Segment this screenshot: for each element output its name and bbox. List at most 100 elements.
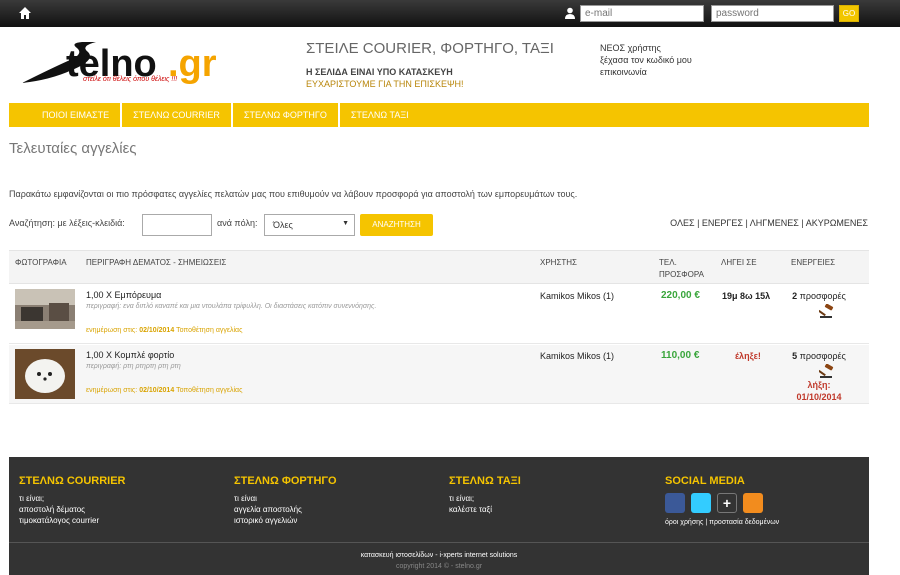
facebook-icon[interactable]: [665, 493, 685, 513]
listing-price: 220,00 €: [661, 290, 700, 301]
gavel-icon[interactable]: [819, 364, 835, 378]
city-select[interactable]: Όλες ▼: [264, 214, 355, 236]
twitter-icon[interactable]: [691, 493, 711, 513]
footer-link[interactable]: ιστορικό αγγελιών: [234, 515, 337, 526]
login-go-button[interactable]: GO: [839, 5, 859, 22]
col-user: ΧΡΗΣΤΗΣ: [540, 258, 578, 267]
table-row[interactable]: 1,00 Χ Κομπλέ φορτίο περιγραφή: ρτη ρτηρ…: [9, 345, 869, 404]
footer-courier-title[interactable]: ΣΤΕΛΝΩ COURRIER: [19, 475, 125, 487]
footer-truck-title[interactable]: ΣΤΕΛΝΩ ΦΟΡΤΗΓΟ: [234, 475, 337, 487]
place-ad-link[interactable]: Τοποθέτηση αγγελίας: [176, 327, 242, 334]
col-description: ΠΕΡΙΓΡΑΦΗ ΔΕΜΑΤΟΣ - ΣΗΜΕΙΩΣΕΙΣ: [86, 258, 227, 267]
footer-social: SOCIAL MEDIA: [665, 475, 745, 493]
offers-count: 2: [792, 291, 798, 301]
footer-social-title: SOCIAL MEDIA: [665, 475, 745, 487]
footer-truck: ΣΤΕΛΝΩ ΦΟΡΤΗΓΟ τι είναι αγγελία αποστολή…: [234, 475, 337, 526]
search-label: Αναζήτηση: με λέξεις-κλειδιά:: [9, 218, 125, 228]
password-field[interactable]: [711, 5, 834, 22]
home-icon[interactable]: [18, 6, 32, 20]
col-final-offer-l1: ΤΕΛ.: [659, 258, 677, 267]
filter-active[interactable]: ΕΝΕΡΓΕΣ: [702, 218, 743, 228]
nav-taxi[interactable]: ΣΤΕΛΝΩ ΤΑΞΙ: [340, 103, 420, 127]
footer-link[interactable]: τι είναι;: [19, 493, 125, 504]
offers-label: προσφορές: [799, 351, 846, 361]
footer-link[interactable]: τι είναι: [234, 493, 337, 504]
expiry-label: λήξη:: [807, 380, 831, 390]
logo-slogan: στείλε ότι θέλεις όπου θέλεις !!!: [83, 76, 178, 83]
nav-about[interactable]: ΠΟΙΟΙ ΕΙΜΑΣΤΕ: [9, 103, 123, 127]
account-links: ΝΕΟΣ χρήστης ξέχασα τον κωδικό μου επικο…: [600, 42, 692, 78]
listing-description: περιγραφή: ρτη ρτηρτη ρτη ρτη: [86, 363, 181, 370]
updated-label: ενημέρωση στις:: [86, 387, 138, 394]
filter-all[interactable]: ΟΛΕΣ: [670, 218, 694, 228]
footer-copyright: copyright 2014 © - stelno.gr: [395, 563, 483, 570]
footer-link[interactable]: τιμοκατάλογος courrier: [19, 515, 125, 526]
forgot-password-link[interactable]: ξέχασα τον κωδικό μου: [600, 54, 692, 66]
footer-taxi-title[interactable]: ΣΤΕΛΝΩ ΤΑΞΙ: [449, 475, 521, 487]
listing-description: περιγραφή: ενα διπλό καναπέ και μια ντου…: [86, 303, 377, 310]
footer-link[interactable]: αποστολή δέματος: [19, 504, 125, 515]
keyword-search-input[interactable]: [142, 214, 212, 236]
offers-label: προσφορές: [799, 291, 846, 301]
googleplus-icon[interactable]: +: [717, 493, 737, 513]
search-button[interactable]: ΑΝΑΖΗΤΗΣΗ: [360, 214, 433, 236]
listing-offers[interactable]: 2 προσφορές: [789, 291, 849, 301]
nav-truck[interactable]: ΣΤΕΛΝΩ ΦΟΡΤΗΓΟ: [233, 103, 340, 127]
table-header: ΦΩΤΟΓΡΑΦΙΑ ΠΕΡΙΓΡΑΦΗ ΔΕΜΑΤΟΣ - ΣΗΜΕΙΩΣΕΙ…: [9, 250, 869, 284]
contact-link[interactable]: επικοινωνία: [600, 66, 692, 78]
gavel-icon[interactable]: [819, 304, 835, 318]
listing-title[interactable]: 1,00 Χ Εμπόρευμα: [86, 290, 161, 300]
construction-notice: Η ΣΕΛΙΔΑ ΕΙΝΑΙ ΥΠΟ ΚΑΤΑΣΚΕΥΗ: [306, 67, 453, 77]
email-field[interactable]: [580, 5, 704, 22]
filter-expired[interactable]: ΛΗΓΜΕΝΕΣ: [750, 218, 799, 228]
col-expires: ΛΗΓΕΙ ΣΕ: [721, 258, 757, 267]
table-row[interactable]: 1,00 Χ Εμπόρευμα περιγραφή: ενα διπλό κα…: [9, 285, 869, 344]
footer-credit[interactable]: κατασκευή ιστοσελίδων - i-xperts interne…: [9, 552, 869, 559]
terms-link[interactable]: όροι χρήσης: [665, 519, 703, 526]
listing-price: 110,00 €: [661, 350, 700, 361]
listing-title[interactable]: 1,00 Χ Κομπλέ φορτίο: [86, 350, 174, 360]
expiry-date: 01/10/2014: [796, 392, 842, 402]
nav-courier[interactable]: ΣΤΕΛΝΩ COURRIER: [122, 103, 233, 127]
col-photo: ΦΩΤΟΓΡΑΦΙΑ: [15, 258, 67, 267]
site-headline: ΣΤΕΙΛΕ COURIER, ΦΟΡΤΗΓΟ, ΤΑΞΙ: [306, 40, 554, 57]
rss-icon[interactable]: [743, 493, 763, 513]
social-icons: +: [665, 493, 763, 513]
listing-photo[interactable]: [15, 349, 75, 399]
city-select-value: Όλες: [273, 220, 293, 230]
updated-date: 02/10/2014: [139, 327, 175, 334]
city-label: ανά πόλη:: [217, 218, 258, 228]
thanks-notice: ΕΥΧΑΡΙΣΤΟΥΜΕ ΓΙΑ ΤΗΝ ΕΠΙΣΚΕΨΗ!: [306, 79, 464, 89]
offers-count: 5: [792, 351, 798, 361]
col-final-offer-l2: ΠΡΟΣΦΟΡΑ: [659, 270, 704, 279]
footer-link[interactable]: καλέστε ταξί: [449, 504, 521, 515]
chevron-down-icon: ▼: [342, 220, 349, 227]
listing-meta: ενημέρωση στις: 02/10/2014 Τοποθέτηση αγ…: [86, 387, 242, 394]
col-actions: ΕΝΕΡΓΕΙΕΣ: [791, 258, 836, 267]
listing-expires: 19μ 8ω 15λ: [722, 291, 771, 301]
footer-taxi: ΣΤΕΛΝΩ ΤΑΞΙ τι είναι; καλέστε ταξί: [449, 475, 521, 515]
updated-date: 02/10/2014: [139, 387, 175, 394]
listing-user[interactable]: Kamikos Mikos (1): [540, 351, 614, 361]
status-filters: ΟΛΕΣ | ΕΝΕΡΓΕΣ | ΛΗΓΜΕΝΕΣ | ΑΚΥΡΩΜΕΝΕΣ: [670, 218, 868, 228]
listing-meta: ενημέρωση στις: 02/10/2014 Τοποθέτηση αγ…: [86, 327, 242, 334]
footer-courier: ΣΤΕΛΝΩ COURRIER τι είναι; αποστολή δέματ…: [19, 475, 125, 526]
footer-divider: [9, 542, 869, 543]
listing-photo[interactable]: [15, 289, 75, 329]
listing-user[interactable]: Kamikos Mikos (1): [540, 291, 614, 301]
top-bar: GO: [0, 0, 900, 27]
privacy-link[interactable]: προστασία δεδομένων: [709, 519, 779, 526]
footer: ΣΤΕΛΝΩ COURRIER τι είναι; αποστολή δέματ…: [9, 457, 869, 575]
expiry-note: λήξη: 01/10/2014: [787, 379, 851, 403]
new-user-link[interactable]: ΝΕΟΣ χρήστης: [600, 42, 692, 54]
place-ad-link[interactable]: Τοποθέτηση αγγελίας: [176, 387, 242, 394]
footer-link[interactable]: αγγελία αποστολής: [234, 504, 337, 515]
filter-cancelled[interactable]: ΑΚΥΡΩΜΕΝΕΣ: [806, 218, 868, 228]
updated-label: ενημέρωση στις:: [86, 327, 138, 334]
user-icon: [565, 7, 575, 19]
footer-link[interactable]: τι είναι;: [449, 493, 521, 504]
page-title: Τελευταίες αγγελίες: [9, 140, 137, 157]
main-nav: ΠΟΙΟΙ ΕΙΜΑΣΤΕ ΣΤΕΛΝΩ COURRIER ΣΤΕΛΝΩ ΦΟΡ…: [9, 103, 869, 127]
col-final-offer: ΤΕΛ. ΠΡΟΣΦΟΡΑ: [659, 257, 704, 281]
listing-offers[interactable]: 5 προσφορές: [789, 351, 849, 361]
